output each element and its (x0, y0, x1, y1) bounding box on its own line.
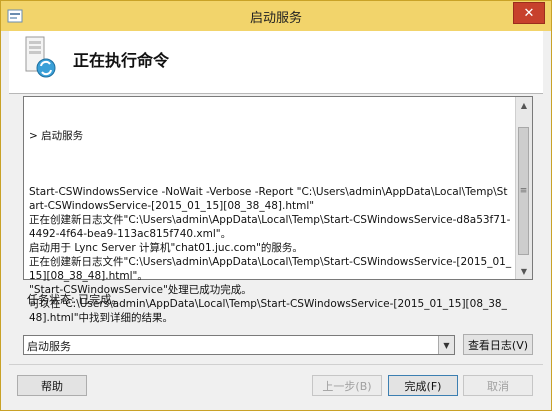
task-status: 任务状态: 已完成。 (27, 293, 123, 306)
close-button[interactable]: ✕ (513, 2, 545, 24)
header-divider (9, 93, 543, 94)
scroll-down-arrow-icon[interactable]: ▼ (516, 263, 532, 279)
page-title: 正在执行命令 (73, 51, 170, 70)
vertical-scrollbar[interactable]: ▲ ≡ ▼ (515, 97, 532, 279)
finish-button[interactable]: 完成(F) (388, 375, 458, 396)
scroll-up-arrow-icon[interactable]: ▲ (516, 97, 532, 113)
footer-divider (9, 364, 543, 365)
log-section-header[interactable]: > 启动服务 (29, 129, 513, 143)
wizard-header: 正在执行命令 (9, 31, 543, 93)
window-title: 启动服务 (249, 11, 302, 26)
chevron-down-icon[interactable]: ▼ (438, 336, 454, 354)
scroll-thumb[interactable]: ≡ (518, 127, 529, 255)
server-with-arrows-icon (22, 35, 58, 79)
task-select-dropdown[interactable]: 启动服务 ▼ (23, 335, 455, 355)
title-bar[interactable]: 启动服务 ✕ (1, 1, 551, 31)
task-select-value: 启动服务 (27, 340, 71, 353)
back-button[interactable]: 上一步(B) (312, 375, 382, 396)
cancel-button[interactable]: 取消 (463, 375, 533, 396)
dialog-window: 启动服务 ✕ 正在执行命令 > 启动服务 Start-CSWindowsServ… (0, 0, 552, 411)
view-log-button[interactable]: 查看日志(V) (463, 334, 533, 355)
help-button[interactable]: 帮助 (17, 375, 87, 396)
log-output-panel[interactable]: > 启动服务 Start-CSWindowsService -NoWait -V… (23, 96, 533, 324)
close-icon: ✕ (523, 5, 535, 21)
log-content: > 启动服务 Start-CSWindowsService -NoWait -V… (29, 101, 513, 353)
